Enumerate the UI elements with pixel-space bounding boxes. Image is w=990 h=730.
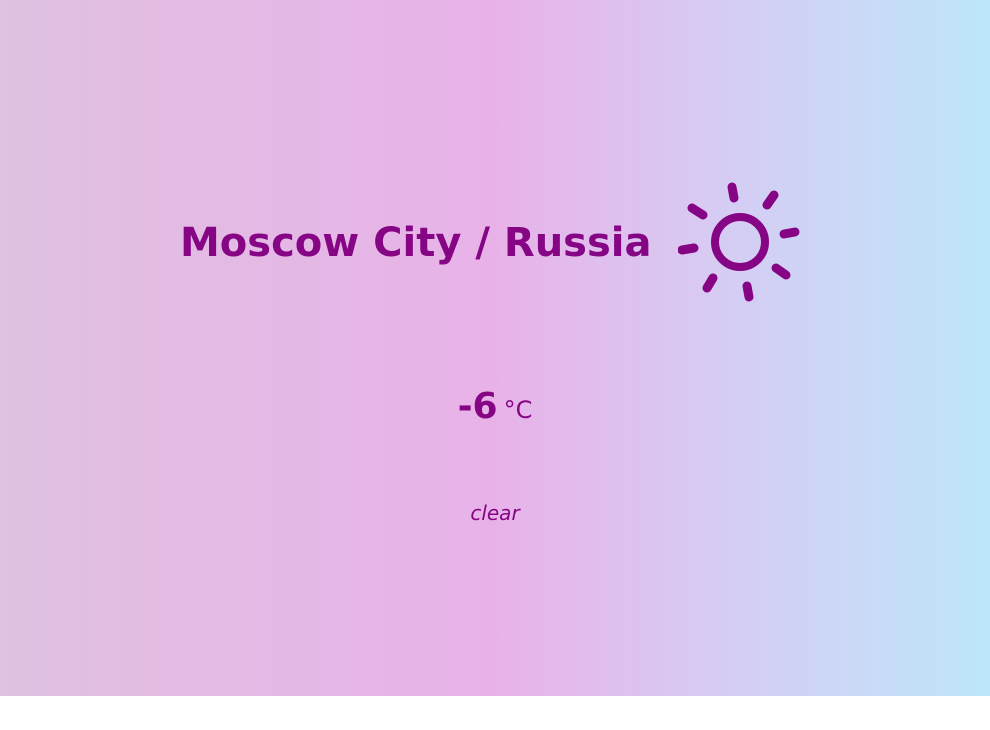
temperature-value: -6: [457, 386, 498, 427]
temperature-unit: °C: [503, 396, 533, 424]
sun-icon: [678, 182, 800, 302]
weather-panel: Moscow City / Russia -6 °C clear: [0, 0, 990, 696]
weather-header: Moscow City / Russia: [180, 180, 820, 304]
location-title: Moscow City / Russia: [180, 220, 652, 266]
weather-description: clear: [470, 501, 520, 525]
temperature-display: -6 °C: [0, 386, 990, 427]
